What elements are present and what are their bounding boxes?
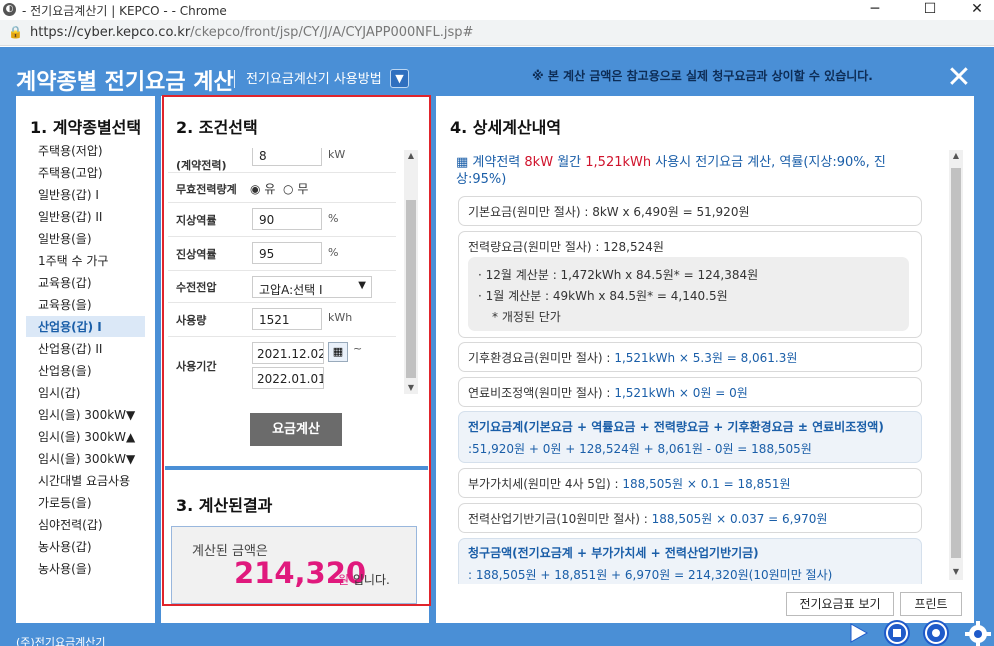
minimize-icon[interactable]: ─: [860, 0, 890, 20]
lock-icon: 🔒: [8, 25, 23, 39]
contract-item[interactable]: 일반용(갑) II: [38, 208, 102, 225]
basic-charge-text: 기본요금(원미만 절사) : 8kW x 6,490원 = 51,920원: [468, 205, 750, 219]
contract-item[interactable]: 주택용(고압): [38, 164, 103, 181]
contract-item[interactable]: 임시(을) 300kW▼: [38, 450, 135, 467]
contract-item[interactable]: 심야전력(갑): [38, 516, 103, 533]
window-close-icon[interactable]: ✕: [962, 0, 992, 20]
total-value: : 188,505원 + 18,851원 + 6,970원 = 214,320원…: [468, 568, 833, 582]
contract-item[interactable]: 산업용(을): [38, 362, 92, 379]
contract-item[interactable]: 교육용(갑): [38, 274, 92, 291]
scroll-thumb[interactable]: [951, 168, 961, 558]
contract-item[interactable]: 임시(을) 300kW▼: [38, 406, 135, 423]
url-host: https://cyber.kepco.co.kr: [30, 25, 191, 40]
vat-text: 부가가치세(원미만 4사 5입) : 188,505원 × 0.1 = 18,8…: [468, 475, 791, 492]
summary-prefix: ▦ 계약전력: [456, 155, 521, 170]
window-title: - 전기요금계산기 | KEPCO - - Chrome: [22, 4, 227, 18]
url-text[interactable]: https://cyber.kepco.co.kr/ckepco/front/j…: [30, 25, 473, 40]
climate-charge-text: 기후환경요금(원미만 절사) : 1,521kWh × 5.3원 = 8,061…: [468, 349, 797, 366]
summary-rest: 사용시 전기요금 계산, 역률(지상:90%, 진상:95%): [456, 155, 886, 187]
fuel-label: 연료비조정액(원미만 절사) :: [468, 386, 611, 400]
scroll-up-icon[interactable]: ▲: [949, 150, 963, 162]
close-icon[interactable]: ✕: [942, 63, 976, 97]
page-title: 계약종별 전기요금 계산: [16, 70, 234, 95]
contract-item[interactable]: 가로등(을): [38, 494, 92, 511]
contract-item[interactable]: 임시(을) 300kW▲: [38, 428, 135, 445]
climate-label: 기후환경요금(원미만 절사) :: [468, 351, 611, 365]
contract-item[interactable]: 시간대별 요금사용: [38, 472, 130, 489]
contract-item[interactable]: 임시(갑): [38, 384, 80, 401]
tariff-table-button[interactable]: 전기요금표 보기: [786, 592, 894, 616]
fuel-value: 1,521kWh × 0원 = 0원: [614, 386, 748, 400]
summary-kwh: 1,521kWh: [585, 155, 652, 170]
climate-value: 1,521kWh × 5.3원 = 8,061.3원: [614, 351, 798, 365]
contract-item[interactable]: 산업용(갑) I: [38, 318, 102, 335]
howto-link[interactable]: 전기요금계산기 사용방법: [246, 68, 382, 87]
print-button[interactable]: 프린트: [900, 592, 962, 616]
summary-kw: 8kW: [524, 155, 554, 170]
detail-summary: ▦ 계약전력 8kW 월간 1,521kWh 사용시 전기요금 계산, 역률(지…: [456, 154, 916, 188]
energy-dec-line: · 12월 계산분 : 1,472kWh x 84.5원* = 124,384원: [478, 268, 759, 282]
fund-text: 전력산업기반기금(10원미만 절사) : 188,505원 × 0.037 = …: [468, 510, 827, 527]
energy-note: * 개정된 단가: [492, 310, 561, 324]
eye-icon[interactable]: [923, 620, 949, 646]
summary-mid: 월간: [557, 155, 582, 170]
taskbar-text: (주)전기요금계산기: [16, 636, 106, 646]
contract-item[interactable]: 일반용(갑) I: [38, 186, 99, 203]
contract-item[interactable]: 1주택 수 가구: [38, 252, 108, 269]
subtotal-title: 전기요금계(기본요금 + 역률요금 + 전력량요금 + 기후환경요금 ± 연료비…: [468, 420, 884, 434]
detail-scrollbar[interactable]: ▲ ▼: [949, 150, 963, 580]
url-path: /ckepco/front/jsp/CY/J/A/CYJAPP000NFL.js…: [190, 25, 474, 40]
maximize-icon[interactable]: ☐: [915, 0, 945, 20]
window-titlebar: ◐ - 전기요금계산기 | KEPCO - - Chrome ─ ☐ ✕: [0, 0, 994, 20]
total-title: 청구금액(전기요금계 + 부가가치세 + 전력산업기반기금): [468, 546, 759, 560]
detail-heading: 4. 상세계산내역: [450, 118, 562, 137]
contract-item[interactable]: 교육용(을): [38, 296, 92, 313]
play-icon[interactable]: [845, 620, 871, 646]
contract-heading: 1. 계약종별선택: [30, 118, 142, 137]
energy-charge-title: 전력량요금(원미만 절사) : 128,524원: [468, 240, 664, 254]
subtotal-value: :51,920원 + 0원 + 128,524원 + 8,061원 - 0원 =…: [468, 442, 812, 456]
highlight-frame: [162, 95, 431, 606]
contract-item[interactable]: 주택용(저압): [38, 142, 103, 159]
fund-value: 188,505원 × 0.037 = 6,970원: [651, 512, 828, 526]
stop-icon[interactable]: [884, 620, 910, 646]
contract-item[interactable]: 농사용(을): [38, 560, 92, 577]
vat-label: 부가가치세(원미만 4사 5입) :: [468, 477, 619, 491]
contract-item[interactable]: 산업용(갑) II: [38, 340, 102, 357]
notice-text: ※ 본 계산 금액은 참고용으로 실제 청구요금과 상이할 수 있습니다.: [532, 69, 873, 83]
title-divider: [234, 70, 235, 88]
contract-item[interactable]: 농사용(갑): [38, 538, 92, 555]
vat-value: 188,505원 × 0.1 = 18,851원: [622, 477, 791, 491]
energy-jan-line: · 1월 계산분 : 49kWh x 84.5원* = 4,140.5원: [478, 289, 728, 303]
contract-item[interactable]: 일반용(을): [38, 230, 92, 247]
address-bar[interactable]: 🔒 https://cyber.kepco.co.kr/ckepco/front…: [0, 20, 994, 46]
fund-label: 전력산업기반기금(10원미만 절사) :: [468, 512, 648, 526]
chevron-down-icon[interactable]: ▼: [390, 69, 409, 88]
gear-icon[interactable]: [962, 620, 994, 646]
browser-logo-icon: ◐: [3, 3, 16, 16]
scroll-down-icon[interactable]: ▼: [949, 566, 963, 578]
fuel-adjust-text: 연료비조정액(원미만 절사) : 1,521kWh × 0원 = 0원: [468, 384, 748, 401]
